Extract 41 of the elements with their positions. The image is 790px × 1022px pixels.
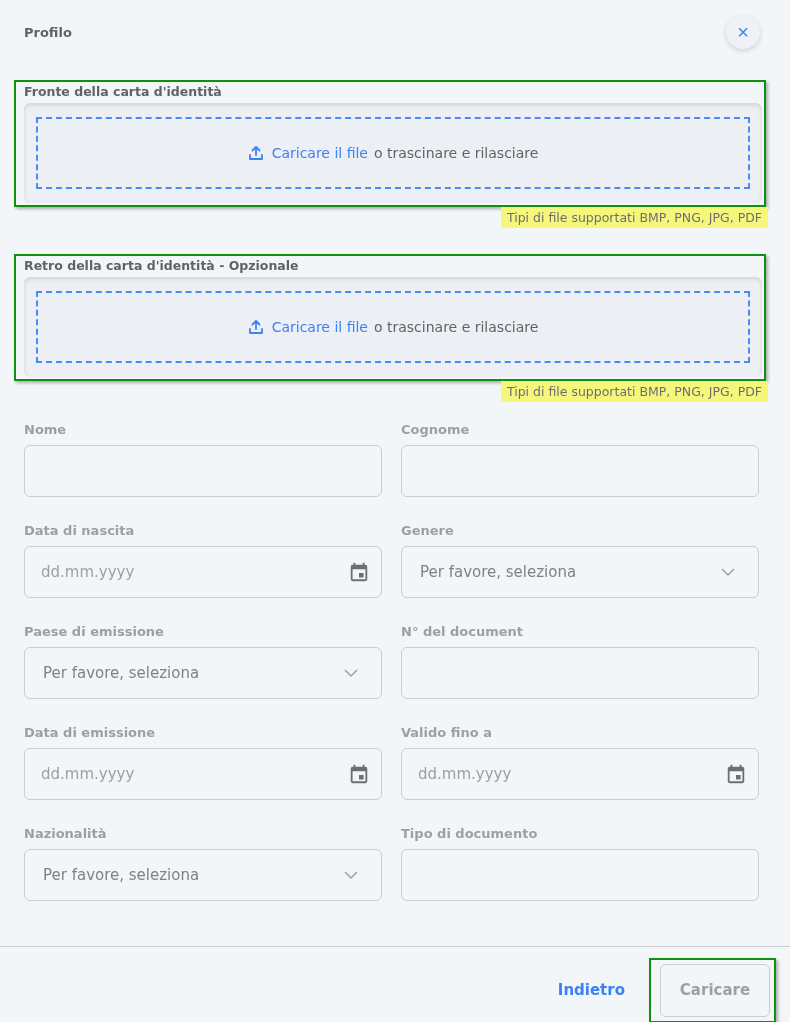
field-label: Cognome [401, 422, 471, 437]
date-field[interactable]: dd.mm.yyyy [24, 748, 382, 800]
upload-icon [247, 145, 264, 161]
input-field[interactable] [401, 647, 759, 699]
close-button[interactable]: × [726, 15, 760, 49]
field-label: Data di emissione [24, 725, 157, 740]
select-field[interactable]: Per favore, seleziona [401, 546, 759, 598]
chevron-down-icon [720, 567, 736, 577]
field-label: Data di nascita [24, 523, 136, 538]
upload-link[interactable]: Caricare il file [271, 319, 368, 335]
drop-text: o trascinare e rilasciare [373, 319, 539, 335]
date-field[interactable]: dd.mm.yyyy [24, 546, 382, 598]
chevron-down-icon [343, 870, 359, 880]
input-field[interactable] [24, 445, 382, 497]
field-label: Tipo di documento [401, 826, 539, 841]
dropzone[interactable]: Caricare il file o trascinare e rilasciare [36, 291, 750, 363]
calendar-icon [348, 763, 370, 785]
chevron-down-icon [343, 668, 359, 678]
upload-label: Fronte della carta d'identità [24, 84, 223, 99]
field-label: Genere [401, 523, 455, 538]
date-field[interactable]: dd.mm.yyyy [401, 748, 759, 800]
select-field[interactable]: Per favore, seleziona [24, 849, 382, 901]
input-field[interactable] [401, 445, 759, 497]
input-field[interactable] [401, 849, 759, 901]
upload-label: Retro della carta d'identità - Opzionale [24, 258, 300, 273]
field-label: Nome [24, 422, 68, 437]
upload-link[interactable]: Caricare il file [271, 145, 368, 161]
calendar-icon [725, 763, 747, 785]
field-label: Nazionalità [24, 826, 108, 841]
field-label: N° del document [401, 624, 525, 639]
dropzone[interactable]: Caricare il file o trascinare e rilasciare [36, 117, 750, 189]
dialog-title: Profilo [24, 24, 72, 40]
file-types-hint: Tipi di file supportati BMP, PNG, JPG, PDF [500, 381, 768, 402]
file-types-hint: Tipi di file supportati BMP, PNG, JPG, PDF [500, 207, 768, 228]
field-label: Paese di emissione [24, 624, 165, 639]
calendar-icon [348, 561, 370, 583]
back-button[interactable]: Indietro [557, 977, 625, 1003]
upload-icon [247, 319, 264, 335]
field-label: Valido fino a [401, 725, 493, 740]
drop-text: o trascinare e rilasciare [373, 145, 539, 161]
select-field[interactable]: Per favore, seleziona [24, 647, 382, 699]
